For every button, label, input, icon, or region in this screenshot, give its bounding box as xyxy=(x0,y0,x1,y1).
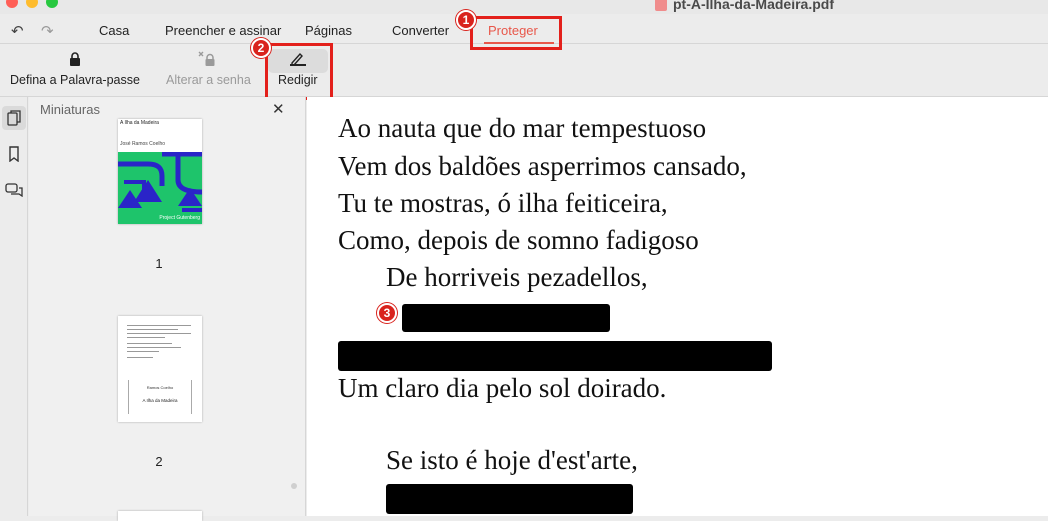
close-icon[interactable]: ✕ xyxy=(272,100,285,118)
comments-icon xyxy=(5,183,23,197)
undo-icon[interactable]: ↶ xyxy=(11,22,24,40)
thumbnail-page-number-1: 1 xyxy=(155,256,163,271)
page-2-author: Ramos Coelho xyxy=(146,385,174,390)
step-badge-2: 2 xyxy=(251,38,271,58)
thumbnail-page-1[interactable]: A Ilha da Madeira José Ramos Coelho Proj… xyxy=(118,119,202,224)
lock-icon xyxy=(69,45,81,73)
scrollbar-indicator[interactable] xyxy=(291,483,297,489)
bookmark-icon xyxy=(9,146,19,162)
document-line-6: Um claro dia pelo sol doirado. xyxy=(338,373,667,403)
redaction-mark[interactable] xyxy=(338,341,772,371)
minimize-window-button[interactable] xyxy=(26,0,38,8)
cover-art xyxy=(118,152,202,224)
protect-toolbar: Defina a Palavra-passe Alterar a senha R… xyxy=(0,45,1048,97)
cover-title: A Ilha da Madeira xyxy=(120,120,159,126)
close-window-button[interactable] xyxy=(6,0,18,8)
zoom-window-button[interactable] xyxy=(46,0,58,8)
document-line-4: Como, depois de somno fadigoso xyxy=(338,225,699,255)
page-2-text-lines xyxy=(127,325,191,361)
thumbnail-page-2[interactable]: Ramos Coelho A Ilha da Madeira xyxy=(118,316,202,422)
thumbnail-page-number-2: 2 xyxy=(155,454,163,469)
title-bar: pt-A-Ilha-da-Madeira.pdf xyxy=(0,0,1048,14)
thumbnails-panel-button[interactable] xyxy=(2,106,26,130)
thumbnails-panel: Miniaturas ✕ A Ilha da Madeira José Ramo… xyxy=(29,97,306,521)
set-password-button[interactable]: Defina a Palavra-passe xyxy=(10,45,140,97)
highlight-proteger xyxy=(470,16,562,50)
cover-footer: Project Gutenberg xyxy=(159,215,200,221)
pdf-file-icon xyxy=(655,0,667,11)
highlight-redigir xyxy=(265,43,333,100)
redaction-mark[interactable] xyxy=(386,484,633,514)
cover-author: José Ramos Coelho xyxy=(120,141,166,147)
pages-icon xyxy=(7,110,21,126)
thumbnail-page-3[interactable] xyxy=(118,511,202,521)
document-line-2: Vem dos baldões asperrimos cansado, xyxy=(338,151,747,181)
comments-panel-button[interactable] xyxy=(2,178,26,202)
redo-icon[interactable]: ↷ xyxy=(41,22,54,40)
document-line-5: De horriveis pezadellos, xyxy=(386,262,648,292)
document-line-1: Ao nauta que do mar tempestuoso xyxy=(338,113,707,143)
menu-casa[interactable]: Casa xyxy=(99,23,129,38)
side-rail xyxy=(0,97,28,516)
step-badge-3: 3 xyxy=(377,303,397,323)
page-2-title: A Ilha da Madeira xyxy=(142,398,178,403)
lock-x-icon xyxy=(198,45,218,73)
step-badge-1: 1 xyxy=(456,10,476,30)
window-title: pt-A-Ilha-da-Madeira.pdf xyxy=(655,0,834,12)
bookmarks-panel-button[interactable] xyxy=(2,142,26,166)
thumbnails-panel-title: Miniaturas xyxy=(40,102,100,117)
change-password-label: Alterar a senha xyxy=(166,73,251,87)
document-view[interactable]: Ao nauta que do mar tempestuoso Vem dos … xyxy=(307,97,1048,516)
window-title-text: pt-A-Ilha-da-Madeira.pdf xyxy=(673,0,834,12)
menu-preencher-e-assinar[interactable]: Preencher e assinar xyxy=(165,23,281,38)
document-line-7: Se isto é hoje d'est'arte, xyxy=(386,445,638,475)
change-password-button[interactable]: Alterar a senha xyxy=(166,45,251,97)
menu-converter[interactable]: Converter xyxy=(392,23,449,38)
redaction-mark[interactable] xyxy=(402,304,610,332)
menu-paginas[interactable]: Páginas xyxy=(305,23,352,38)
set-password-label: Defina a Palavra-passe xyxy=(10,73,140,87)
document-line-3: Tu te mostras, ó ilha feiticeira, xyxy=(338,188,668,218)
